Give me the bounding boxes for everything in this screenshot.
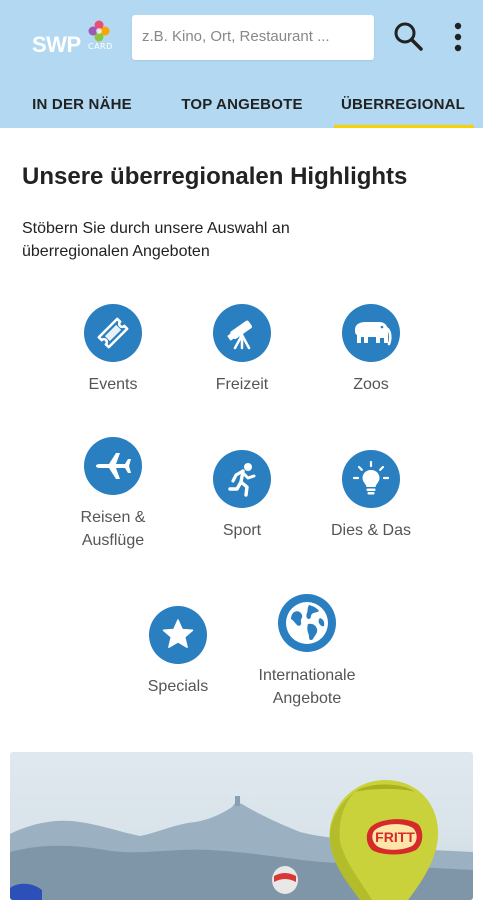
- ticket-icon: [84, 304, 142, 362]
- active-tab-indicator: [334, 125, 474, 128]
- airplane-icon: [84, 437, 142, 495]
- category-label: Reisen & Ausflüge: [80, 509, 146, 549]
- page-title: Unsere überregionalen Highlights: [22, 163, 408, 190]
- tab-bar: IN DER NÄHE TOP ANGEBOTE ÜBERREGIONAL: [0, 80, 483, 128]
- flower-logo-icon: [88, 20, 110, 42]
- category-label: Internationale Angebote: [258, 667, 356, 707]
- globe-icon: [278, 594, 336, 652]
- search-icon[interactable]: [392, 20, 424, 52]
- logo-card-text: CARD: [88, 42, 113, 51]
- category-label: Specials: [147, 678, 209, 695]
- search-input[interactable]: z.B. Kino, Ort, Restaurant ...: [132, 15, 374, 60]
- category-label: Events: [88, 376, 138, 393]
- category-label: Dies & Das: [330, 522, 412, 539]
- hot-air-balloons-photo[interactable]: FRITT: [10, 752, 473, 900]
- category-label: Sport: [222, 522, 262, 539]
- runner-icon: [213, 450, 271, 508]
- search-placeholder: z.B. Kino, Ort, Restaurant ...: [142, 28, 330, 45]
- star-icon: [149, 606, 207, 664]
- elephant-icon: [342, 304, 400, 362]
- telescope-icon: [213, 304, 271, 362]
- tab-ueberregional[interactable]: ÜBERREGIONAL: [332, 80, 474, 128]
- category-label: Zoos: [353, 376, 389, 393]
- lightbulb-icon: [342, 450, 400, 508]
- category-label: Freizeit: [215, 376, 269, 393]
- banner-illustration: FRITT: [10, 780, 473, 900]
- more-vert-icon[interactable]: [446, 20, 470, 54]
- swp-card-logo[interactable]: SWP CARD: [32, 20, 116, 58]
- tab-in-der-naehe[interactable]: IN DER NÄHE: [14, 80, 150, 128]
- page-subtitle: Stöbern Sie durch unsere Auswahl an über…: [22, 220, 290, 260]
- balloon-brand-text: FRITT: [375, 829, 415, 845]
- app-header: SWP CARD z.B. Kino, Ort, Restaurant ... …: [0, 0, 483, 128]
- tab-top-angebote[interactable]: TOP ANGEBOTE: [166, 80, 318, 128]
- logo-text: SWP: [32, 32, 81, 57]
